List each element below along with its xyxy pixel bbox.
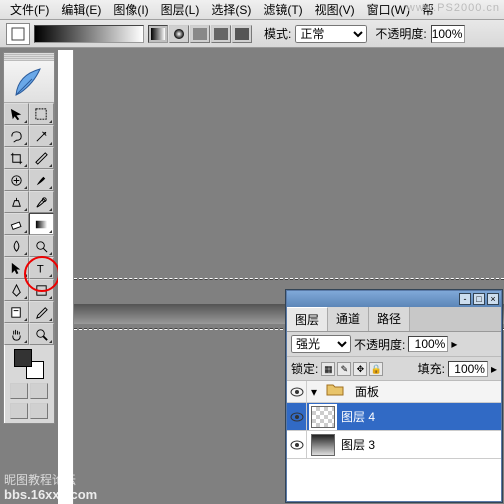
menu-image[interactable]: 图像(I) bbox=[107, 0, 154, 20]
tab-channels[interactable]: 通道 bbox=[328, 307, 369, 331]
lock-transparency-icon[interactable]: ▦ bbox=[321, 362, 335, 376]
panel-maximize-icon[interactable]: □ bbox=[473, 293, 485, 305]
watermark-url: bbs.16xx8.com bbox=[4, 487, 97, 502]
menu-file[interactable]: 文件(F) bbox=[4, 0, 55, 20]
brush-tool[interactable] bbox=[29, 169, 54, 191]
gradient-linear-icon[interactable] bbox=[148, 25, 168, 43]
lasso-tool[interactable] bbox=[4, 125, 29, 147]
screenmode-group bbox=[9, 403, 49, 419]
mode-label: 模式: bbox=[264, 25, 291, 42]
shape-tool[interactable] bbox=[29, 279, 54, 301]
layer-thumb bbox=[311, 406, 335, 428]
zoom-tool[interactable] bbox=[29, 323, 54, 345]
layer-blend-select[interactable]: 强光 bbox=[291, 335, 351, 353]
menu-edit[interactable]: 编辑(E) bbox=[55, 0, 107, 20]
layers-panel: - □ × 图层 通道 路径 强光 不透明度: 100% ▸ 锁定: ▦ ✎ ✥… bbox=[286, 290, 502, 502]
fill-value[interactable]: 100% bbox=[448, 361, 488, 377]
menu-select[interactable]: 选择(S) bbox=[205, 0, 257, 20]
clone-stamp-tool[interactable] bbox=[4, 191, 29, 213]
quickmask-mode-icon[interactable] bbox=[30, 383, 48, 399]
layer-name[interactable]: 图层 3 bbox=[339, 436, 501, 453]
chevron-down-icon[interactable]: ▸ bbox=[451, 337, 457, 351]
tab-paths[interactable]: 路径 bbox=[369, 307, 410, 331]
blend-mode-select[interactable]: 正常 bbox=[295, 25, 367, 43]
panel-minimize-icon[interactable]: - bbox=[459, 293, 471, 305]
standard-mode-icon[interactable] bbox=[10, 383, 28, 399]
layer-row[interactable]: 图层 4 bbox=[287, 403, 501, 431]
hand-tool[interactable] bbox=[4, 323, 29, 345]
lock-label: 锁定: bbox=[291, 360, 318, 377]
opacity-value[interactable]: 100% bbox=[431, 25, 465, 43]
lock-position-icon[interactable]: ✥ bbox=[353, 362, 367, 376]
gradient-preview[interactable] bbox=[34, 25, 144, 43]
pen-tool[interactable] bbox=[4, 279, 29, 301]
tools-palette: T bbox=[3, 52, 55, 424]
history-brush-tool[interactable] bbox=[29, 191, 54, 213]
gradient-reflected-icon[interactable] bbox=[211, 25, 231, 43]
marquee-tool[interactable] bbox=[29, 103, 54, 125]
quickmask-group bbox=[9, 383, 49, 399]
notes-tool[interactable] bbox=[4, 301, 29, 323]
svg-text:T: T bbox=[37, 263, 44, 275]
slice-tool[interactable] bbox=[29, 147, 54, 169]
opacity-label: 不透明度: bbox=[375, 25, 426, 42]
layer-thumb bbox=[311, 434, 335, 456]
layer-row[interactable]: 图层 3 bbox=[287, 431, 501, 459]
screen-full-menu-icon[interactable] bbox=[30, 403, 48, 419]
gradient-tool[interactable] bbox=[29, 213, 54, 235]
layer-row[interactable]: ▾ 面板 bbox=[287, 381, 501, 403]
visibility-eye-icon[interactable] bbox=[287, 381, 307, 402]
move-tool[interactable] bbox=[4, 103, 29, 125]
path-select-tool[interactable] bbox=[4, 257, 29, 279]
tool-preset-picker[interactable] bbox=[6, 23, 30, 45]
layer-list: ▾ 面板图层 4 图层 3 bbox=[287, 381, 501, 501]
type-tool[interactable]: T bbox=[29, 257, 54, 279]
panel-titlebar[interactable]: - □ × bbox=[287, 291, 501, 307]
screen-standard-icon[interactable] bbox=[10, 403, 28, 419]
chevron-down-icon[interactable]: ▸ bbox=[491, 362, 497, 376]
layer-name[interactable]: 面板 bbox=[353, 383, 501, 400]
layer-opacity-value[interactable]: 100% bbox=[408, 336, 448, 352]
menu-filter[interactable]: 滤镜(T) bbox=[257, 0, 308, 20]
palette-grip[interactable] bbox=[4, 53, 54, 61]
lock-paint-icon[interactable]: ✎ bbox=[337, 362, 351, 376]
fg-bg-swatch[interactable] bbox=[14, 349, 44, 379]
watermark-forum: 昵图教程论坛 bbox=[4, 471, 76, 488]
folder-icon bbox=[325, 381, 349, 403]
watermark-top: www.PS2000.cn bbox=[407, 2, 500, 14]
layer-name[interactable]: 图层 4 bbox=[339, 408, 501, 425]
menu-view[interactable]: 视图(V) bbox=[309, 0, 361, 20]
visibility-eye-icon[interactable] bbox=[287, 403, 307, 430]
gradient-diamond-icon[interactable] bbox=[232, 25, 252, 43]
ps-logo-feather bbox=[4, 61, 54, 103]
ruler-vertical bbox=[58, 50, 74, 504]
gradient-type-group bbox=[148, 25, 252, 43]
options-bar: 模式: 正常 不透明度: 100% bbox=[0, 20, 504, 48]
menu-layer[interactable]: 图层(L) bbox=[155, 0, 206, 20]
gradient-radial-icon[interactable] bbox=[169, 25, 189, 43]
eraser-tool[interactable] bbox=[4, 213, 29, 235]
color-swatches bbox=[4, 345, 54, 423]
healing-brush-tool[interactable] bbox=[4, 169, 29, 191]
panel-tabs: 图层 通道 路径 bbox=[287, 307, 501, 332]
magic-wand-tool[interactable] bbox=[29, 125, 54, 147]
crop-tool[interactable] bbox=[4, 147, 29, 169]
fg-color[interactable] bbox=[14, 349, 32, 367]
arrow-icon[interactable]: ▾ bbox=[307, 385, 321, 399]
gradient-angle-icon[interactable] bbox=[190, 25, 210, 43]
panel-close-icon[interactable]: × bbox=[487, 293, 499, 305]
layer-opacity-label: 不透明度: bbox=[354, 336, 405, 353]
dodge-tool[interactable] bbox=[29, 235, 54, 257]
lock-all-icon[interactable]: 🔒 bbox=[369, 362, 383, 376]
visibility-eye-icon[interactable] bbox=[287, 431, 307, 458]
eyedropper-tool[interactable] bbox=[29, 301, 54, 323]
blur-tool[interactable] bbox=[4, 235, 29, 257]
fill-label: 填充: bbox=[418, 360, 445, 377]
tab-layers[interactable]: 图层 bbox=[287, 307, 328, 331]
